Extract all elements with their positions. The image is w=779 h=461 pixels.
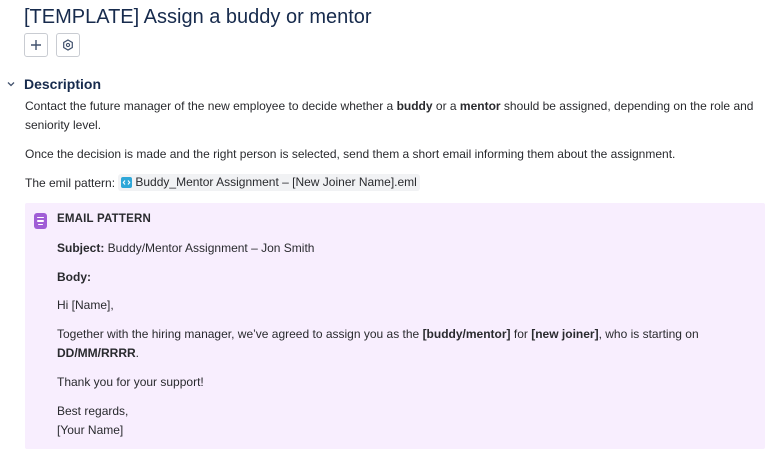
body-label: Body: [57, 270, 91, 284]
description-paragraph-1: Contact the future manager of the new em… [25, 97, 760, 135]
settings-button[interactable] [56, 33, 80, 57]
text: The emil pattern: [25, 176, 119, 190]
text: , who is starting on [598, 327, 699, 341]
email-body-label: Body: [57, 268, 757, 287]
file-attachment-link[interactable]: Buddy_Mentor Assignment – [New Joiner Na… [118, 174, 420, 191]
add-button[interactable] [24, 33, 48, 57]
file-name: Buddy_Mentor Assignment – [New Joiner Na… [135, 175, 417, 189]
subject-value: Buddy/Mentor Assignment – Jon Smith [104, 241, 315, 255]
toolbar [24, 33, 80, 57]
description-paragraph-3: The emil pattern: Buddy_Mentor Assignmen… [25, 174, 760, 193]
hexagon-settings-icon [63, 39, 73, 51]
note-icon [34, 213, 47, 229]
text-bold: mentor [459, 99, 501, 113]
text: Contact the future manager of the new em… [25, 99, 397, 113]
page: [TEMPLATE] Assign a buddy or mentor Desc… [0, 0, 779, 461]
email-regards: Best regards, [57, 404, 129, 418]
email-greeting: Hi [Name], [57, 298, 114, 312]
email-thanks: Thank you for your support! [57, 375, 204, 389]
section-title: Description [24, 76, 102, 92]
plus-icon [31, 40, 41, 50]
text: for [510, 327, 532, 341]
text-bold: [buddy/mentor] [422, 327, 511, 341]
text-bold: DD/MM/RRRR [57, 346, 136, 360]
text-bold: [new joiner] [531, 327, 599, 341]
email-body-text: Together with the hiring manager, we’ve … [57, 325, 757, 363]
text: . [135, 346, 139, 360]
panel-title: EMAIL PATTERN [57, 213, 151, 225]
subject-label: Subject: [57, 241, 105, 255]
description-paragraph-2: Once the decision is made and the right … [25, 147, 676, 161]
chevron-down-icon[interactable] [6, 78, 18, 90]
email-signature: [Your Name] [57, 423, 124, 437]
text-bold: buddy [396, 99, 433, 113]
description-header[interactable]: Description [6, 75, 101, 93]
text: or a [432, 99, 460, 113]
code-file-icon [121, 177, 133, 188]
email-subject: Subject: Buddy/Mentor Assignment – Jon S… [57, 239, 757, 258]
note-panel: EMAIL PATTERN Subject: Buddy/Mentor Assi… [25, 203, 765, 449]
text: Together with the hiring manager, we’ve … [57, 327, 423, 341]
page-title: [TEMPLATE] Assign a buddy or mentor [24, 6, 372, 28]
